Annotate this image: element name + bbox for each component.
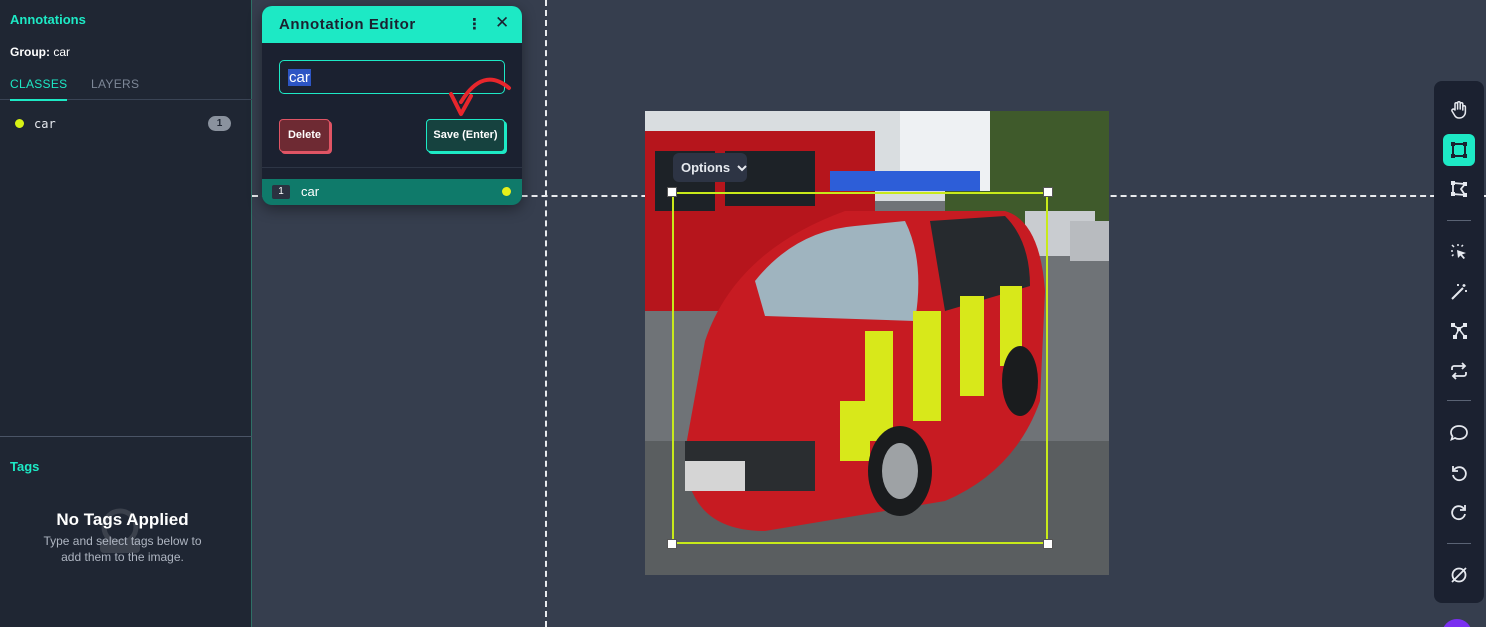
divider [262, 167, 522, 168]
class-color-dot [15, 119, 24, 128]
polygon-icon [1451, 181, 1467, 197]
annotation-index-badge: 1 [272, 185, 290, 199]
tab-layers[interactable]: LAYERS [91, 77, 139, 91]
magic-wand-tool[interactable] [1443, 276, 1475, 308]
annotation-class-name: car [301, 184, 320, 199]
bounding-box-tool[interactable] [1443, 134, 1475, 166]
more-options-icon[interactable]: ⋮ [467, 15, 482, 33]
editor-title: Annotation Editor [279, 16, 416, 33]
repeat-icon [1451, 362, 1467, 380]
bounding-box-icon [1451, 142, 1467, 158]
keypoints-icon [1451, 323, 1467, 339]
class-count-badge: 1 [208, 116, 231, 131]
close-icon[interactable]: ✕ [495, 13, 509, 33]
delete-button[interactable]: Delete [279, 119, 330, 152]
undo-icon [1452, 466, 1467, 482]
hand-tool[interactable] [1443, 94, 1475, 126]
sidebar-title: Annotations [10, 12, 86, 27]
magic-wand-icon [1451, 284, 1467, 300]
hand-icon [1451, 101, 1467, 119]
repeat-tool[interactable] [1443, 355, 1475, 387]
tab-classes[interactable]: CLASSES [10, 77, 68, 101]
bbox-handle-bottom-right[interactable] [1043, 539, 1053, 549]
no-tags-title: No Tags Applied [56, 510, 189, 529]
redo-icon [1451, 505, 1466, 521]
bounding-box-car[interactable] [672, 192, 1048, 544]
no-tags-description: Type and select tags below to add them t… [0, 533, 245, 565]
comment-tool[interactable] [1443, 417, 1475, 449]
no-tags-description-text: Type and select tags below to add them t… [43, 534, 202, 564]
smart-select-icon [1451, 244, 1466, 259]
divider [0, 436, 252, 437]
save-button[interactable]: Save (Enter) [426, 119, 505, 152]
group-label: Group: car [10, 45, 70, 59]
hint-arrow-icon [449, 77, 511, 116]
class-item-car[interactable]: car 1 [0, 114, 252, 134]
undo-tool[interactable] [1443, 457, 1475, 489]
options-button[interactable]: Options [673, 153, 747, 182]
comment-icon [1450, 425, 1468, 442]
annotation-color-dot [502, 187, 511, 196]
tools-toolbar [1434, 81, 1484, 603]
bbox-handle-bottom-left[interactable] [667, 539, 677, 549]
annotations-sidebar: Annotations Group: car CLASSES LAYERS ca… [0, 0, 252, 627]
redo-tool[interactable] [1443, 496, 1475, 528]
toolbar-separator [1447, 220, 1471, 221]
group-label-value: car [53, 45, 71, 59]
user-avatar[interactable] [1442, 619, 1472, 627]
sidebar-tabs: CLASSES LAYERS [0, 76, 252, 101]
class-name: car [34, 117, 56, 131]
toolbar-separator [1447, 400, 1471, 401]
hide-icon [1451, 567, 1467, 583]
hide-annotations-tool[interactable] [1443, 559, 1475, 591]
chevron-down-icon [737, 165, 747, 172]
class-name-input-value: car [288, 69, 311, 86]
keypoints-tool[interactable] [1443, 315, 1475, 347]
editor-header[interactable]: Annotation Editor ⋮ ✕ [262, 6, 522, 43]
group-label-key: Group: [10, 45, 50, 59]
crosshair-vertical [545, 0, 547, 627]
bbox-handle-top-left[interactable] [667, 187, 677, 197]
tags-title: Tags [10, 459, 40, 474]
polygon-tool[interactable] [1443, 173, 1475, 205]
smart-select-tool[interactable] [1443, 236, 1475, 268]
toolbar-separator [1447, 543, 1471, 544]
bbox-handle-top-right[interactable] [1043, 187, 1053, 197]
options-label: Options [681, 160, 731, 175]
annotation-list-item[interactable]: 1 car [262, 179, 522, 205]
